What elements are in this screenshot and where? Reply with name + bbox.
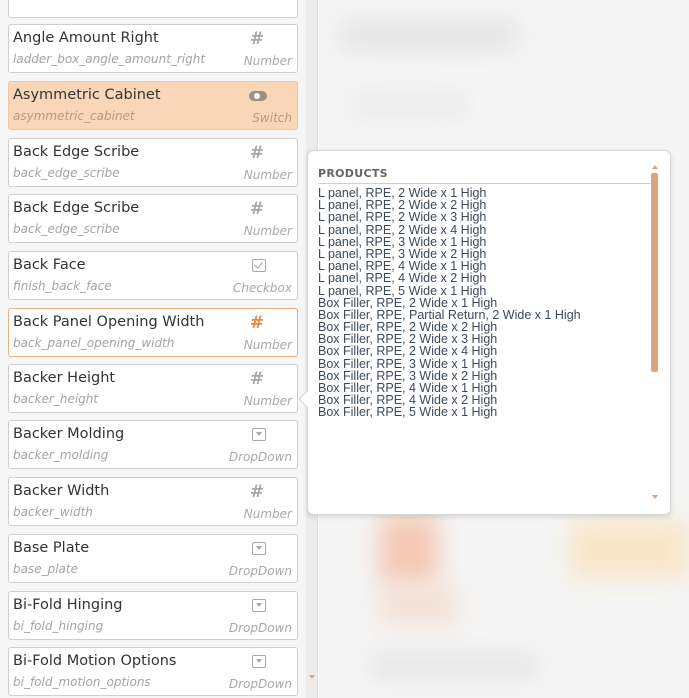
product-list-item: L panel, RPE, 2 Wide x 3 High (318, 210, 487, 225)
property-card[interactable]: Back Panel Opening Width back_panel_open… (8, 308, 298, 357)
product-list: L panel, RPE, 2 Wide x 1 High L panel, RP… (318, 187, 653, 507)
product-list-item: Box Filler, RPE, 5 Wide x 1 High (318, 405, 498, 420)
property-key: ladder_box_angle_amount_right (13, 52, 206, 66)
property-label: Bi-Fold Motion Options (13, 653, 177, 669)
property-label: Backer Molding (13, 426, 125, 442)
property-type: Number (243, 338, 292, 352)
popup-scrollbar-thumb[interactable] (651, 173, 658, 372)
toggle-switch-icon (249, 87, 267, 104)
property-label: Angle Amount Right (13, 30, 159, 46)
property-card[interactable]: Asymmetric Cabinet asymmetric_cabinet Sw… (8, 81, 298, 130)
property-type: Switch (252, 111, 292, 125)
property-label: Back Edge Scribe (13, 200, 140, 216)
property-card[interactable]: Angle Amount Right ladder_box_angle_amou… (8, 24, 298, 73)
property-type: DropDown (228, 450, 292, 464)
property-type: Checkbox (233, 281, 292, 295)
property-card[interactable]: Backer Height backer_height # Number (8, 364, 298, 413)
dropdown-icon (250, 597, 268, 614)
property-label: Backer Width (13, 483, 110, 499)
property-card[interactable]: Base Plate base_plate DropDown (8, 534, 298, 583)
property-card[interactable]: Backer Molding backer_molding DropDown (8, 420, 298, 469)
property-key: bi_fold_motion_options (13, 675, 151, 689)
hash-icon: # (249, 481, 265, 502)
property-key: backer_height (13, 392, 99, 406)
checkbox-icon (250, 257, 268, 274)
property-label: Back Edge Scribe (13, 144, 140, 160)
hash-icon: # (249, 28, 265, 49)
property-label: Asymmetric Cabinet (13, 87, 161, 103)
dropdown-icon (250, 540, 268, 557)
property-type: DropDown (228, 621, 292, 635)
hash-icon: # (249, 142, 265, 163)
property-type: Number (243, 394, 292, 408)
property-type: Number (243, 507, 292, 521)
product-list-item: Box Filler, RPE, 2 Wide x 4 High (318, 344, 498, 359)
hash-icon: # (249, 368, 265, 389)
property-type: DropDown (228, 564, 292, 578)
scroll-down-arrow-icon[interactable] (309, 675, 315, 679)
property-key: asymmetric_cabinet (13, 109, 135, 123)
property-card[interactable]: Bi-Fold Hinging bi_fold_hinging DropDown (8, 591, 298, 640)
product-list-item: L panel, RPE, 5 Wide x 1 High (318, 283, 487, 298)
property-label: Bi-Fold Hinging (13, 597, 123, 613)
property-label: Base Plate (13, 540, 90, 556)
product-list-item: L panel, RPE, 2 Wide x 4 High (318, 222, 487, 237)
property-key: backer_molding (13, 448, 109, 462)
property-label: Back Face (13, 257, 86, 273)
scroll-down-arrow-icon[interactable] (652, 495, 658, 499)
dropdown-icon (250, 653, 268, 670)
property-card-partial[interactable] (8, 0, 298, 18)
property-key: base_plate (13, 562, 78, 576)
property-card[interactable]: Back Face finish_back_face Checkbox (8, 251, 298, 300)
popup-heading: PRODUCTS (318, 167, 388, 180)
property-key: backer_width (13, 505, 93, 519)
products-popup: PRODUCTS L panel, RPE, 2 Wide x 1 High L … (298, 150, 671, 515)
property-card[interactable]: Back Edge Scribe back_edge_scribe # Numb… (8, 138, 298, 187)
divider (318, 183, 654, 184)
property-label: Back Panel Opening Width (13, 314, 205, 330)
property-key: bi_fold_hinging (13, 619, 104, 633)
property-key: back_edge_scribe (13, 222, 120, 236)
hash-icon: # (249, 312, 265, 333)
property-type: Number (243, 168, 292, 182)
product-list-item: L panel, RPE, 4 Wide x 2 High (318, 271, 487, 286)
property-type: DropDown (228, 677, 292, 691)
hash-icon: # (249, 198, 265, 219)
property-list-panel: Angle Amount Right ladder_box_angle_amou… (0, 0, 306, 698)
property-type: Number (243, 224, 292, 238)
property-key: back_edge_scribe (13, 166, 120, 180)
product-list-item: Box Filler, RPE, 3 Wide x 1 High (318, 356, 498, 371)
property-type: Number (243, 54, 292, 68)
scroll-up-arrow-icon[interactable] (652, 165, 658, 169)
property-card[interactable]: Bi-Fold Motion Options bi_fold_motion_op… (8, 647, 298, 696)
dropdown-icon (250, 426, 268, 443)
property-label: Backer Height (13, 370, 116, 386)
property-key: back_panel_opening_width (13, 336, 175, 350)
property-card[interactable]: Back Edge Scribe back_edge_scribe # Numb… (8, 194, 298, 243)
property-card[interactable]: Backer Width backer_width # Number (8, 477, 298, 526)
property-key: finish_back_face (13, 279, 112, 293)
